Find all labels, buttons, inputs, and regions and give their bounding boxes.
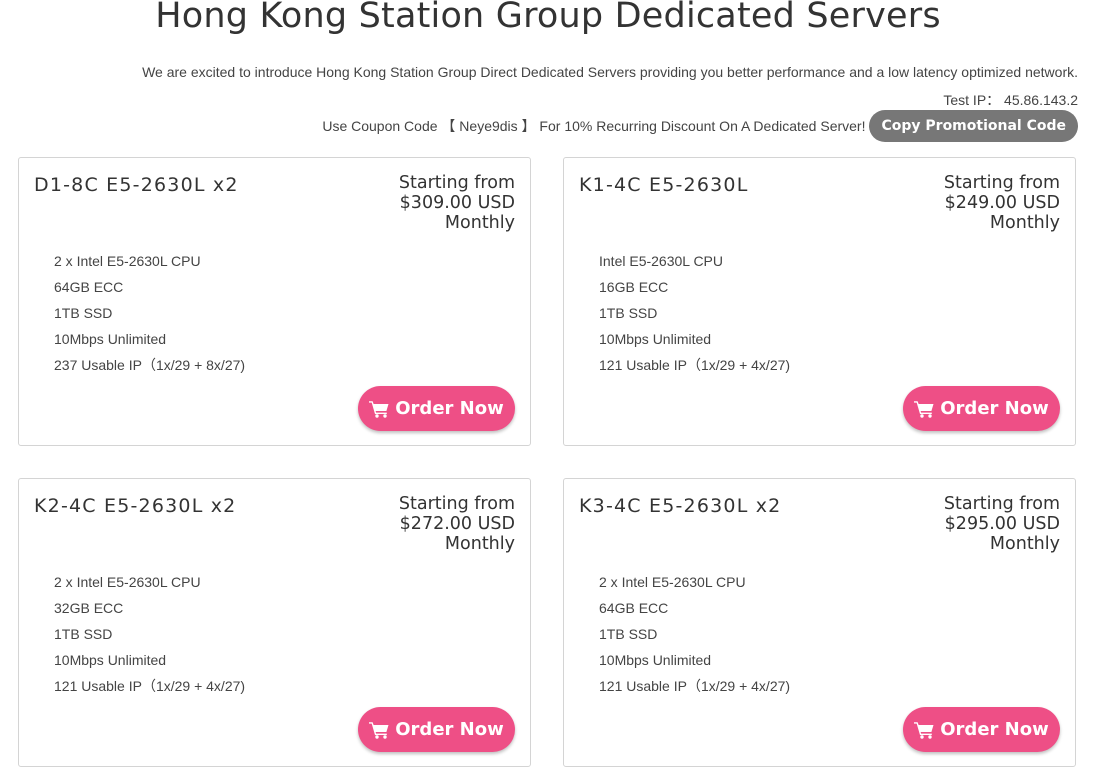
- intro-text: We are excited to introduce Hong Kong St…: [142, 64, 1078, 80]
- coupon-row: Use Coupon Code 【 Neye9dis 】 For 10% Rec…: [322, 110, 1078, 142]
- price-prefix: Starting from: [398, 173, 515, 193]
- price-prefix: Starting from: [943, 494, 1060, 514]
- spec-cpu: Intel E5-2630L CPU: [599, 253, 723, 269]
- spec-cpu: 2 x Intel E5-2630L CPU: [599, 574, 746, 590]
- plan-price: Starting from $309.00 USD Monthly: [399, 173, 515, 233]
- spec-list: Intel E5-2630L CPU 16GB ECC 1TB SSD 10Mb…: [599, 251, 790, 381]
- page: Hong Kong Station Group Dedicated Server…: [0, 0, 1106, 778]
- order-now-label: Order Now: [940, 719, 1049, 740]
- price-amount: $272.00 USD: [399, 514, 515, 534]
- spec-list: 2 x Intel E5-2630L CPU 64GB ECC 1TB SSD …: [54, 251, 245, 381]
- spec-ips: 121 Usable IP（1x/29 + 4x/27): [599, 357, 791, 373]
- plan-price: Starting from $272.00 USD Monthly: [399, 494, 515, 554]
- spec-list: 2 x Intel E5-2630L CPU 32GB ECC 1TB SSD …: [54, 572, 245, 702]
- spec-memory: 32GB ECC: [54, 600, 124, 616]
- price-period: Monthly: [989, 534, 1060, 554]
- copy-promotional-code-button[interactable]: Copy Promotional Code: [869, 110, 1078, 142]
- shopping-cart-icon: [914, 400, 934, 418]
- price-prefix: Starting from: [398, 494, 515, 514]
- spec-ips: 237 Usable IP（1x/29 + 8x/27): [54, 357, 246, 373]
- plan-card-k3: K3-4C E5-2630L x2 Starting from $295.00 …: [563, 478, 1076, 767]
- price-amount: $309.00 USD: [399, 193, 515, 213]
- page-title: Hong Kong Station Group Dedicated Server…: [155, 0, 941, 36]
- order-now-button[interactable]: Order Now: [358, 386, 515, 431]
- plan-name: K3-4C E5-2630L x2: [579, 495, 782, 517]
- plan-name: K1-4C E5-2630L: [579, 174, 749, 196]
- price-period: Monthly: [989, 213, 1060, 233]
- shopping-cart-icon: [914, 721, 934, 739]
- order-now-button[interactable]: Order Now: [358, 707, 515, 752]
- spec-bandwidth: 10Mbps Unlimited: [54, 652, 167, 668]
- spec-storage: 1TB SSD: [54, 626, 113, 642]
- plan-price: Starting from $249.00 USD Monthly: [944, 173, 1060, 233]
- spec-storage: 1TB SSD: [599, 626, 658, 642]
- shopping-cart-icon: [369, 721, 389, 739]
- spec-storage: 1TB SSD: [599, 305, 658, 321]
- order-now-label: Order Now: [395, 719, 504, 740]
- plan-name: K2-4C E5-2630L x2: [34, 495, 237, 517]
- spec-memory: 64GB ECC: [599, 600, 669, 616]
- coupon-text: Use Coupon Code 【 Neye9dis 】 For 10% Rec…: [322, 118, 866, 134]
- price-amount: $249.00 USD: [944, 193, 1060, 213]
- price-period: Monthly: [444, 213, 515, 233]
- spec-list: 2 x Intel E5-2630L CPU 64GB ECC 1TB SSD …: [599, 572, 790, 702]
- plan-card-d1: D1-8C E5-2630L x2 Starting from $309.00 …: [18, 157, 531, 446]
- order-now-button[interactable]: Order Now: [903, 707, 1060, 752]
- spec-bandwidth: 10Mbps Unlimited: [54, 331, 167, 347]
- price-amount: $295.00 USD: [944, 514, 1060, 534]
- plan-card-k2: K2-4C E5-2630L x2 Starting from $272.00 …: [18, 478, 531, 767]
- spec-bandwidth: 10Mbps Unlimited: [599, 652, 712, 668]
- spec-bandwidth: 10Mbps Unlimited: [599, 331, 712, 347]
- test-ip: Test IP： 45.86.143.2: [943, 92, 1078, 108]
- spec-memory: 64GB ECC: [54, 279, 124, 295]
- spec-memory: 16GB ECC: [599, 279, 669, 295]
- plan-price: Starting from $295.00 USD Monthly: [944, 494, 1060, 554]
- spec-cpu: 2 x Intel E5-2630L CPU: [54, 574, 201, 590]
- spec-ips: 121 Usable IP（1x/29 + 4x/27): [54, 678, 246, 694]
- spec-ips: 121 Usable IP（1x/29 + 4x/27): [599, 678, 791, 694]
- spec-cpu: 2 x Intel E5-2630L CPU: [54, 253, 201, 269]
- plan-name: D1-8C E5-2630L x2: [34, 174, 239, 196]
- shopping-cart-icon: [369, 400, 389, 418]
- plan-card-k1: K1-4C E5-2630L Starting from $249.00 USD…: [563, 157, 1076, 446]
- order-now-label: Order Now: [395, 398, 504, 419]
- order-now-label: Order Now: [940, 398, 1049, 419]
- price-prefix: Starting from: [943, 173, 1060, 193]
- order-now-button[interactable]: Order Now: [903, 386, 1060, 431]
- spec-storage: 1TB SSD: [54, 305, 113, 321]
- price-period: Monthly: [444, 534, 515, 554]
